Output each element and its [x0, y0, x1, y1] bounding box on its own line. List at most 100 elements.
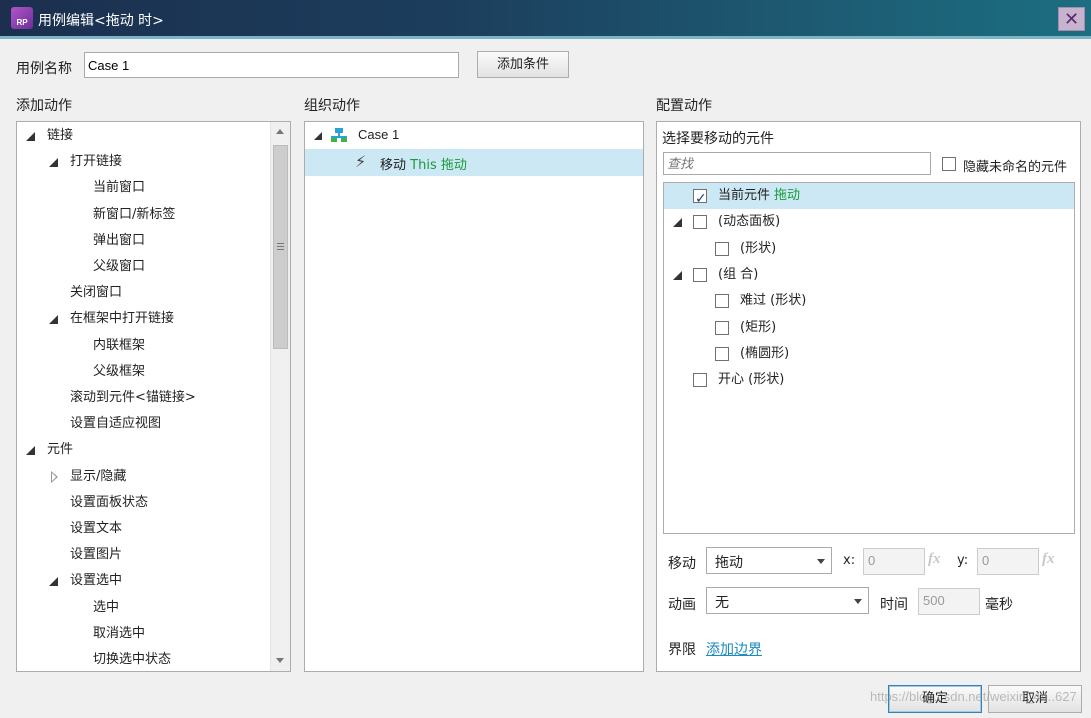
ok-button[interactable]: 确定 [888, 685, 982, 713]
action-tree-item[interactable]: 设置自适应视图 [17, 411, 269, 437]
y-fx-icon[interactable]: fx [1042, 551, 1055, 568]
expand-arrow-icon[interactable] [673, 218, 682, 228]
time-label: 时间 [880, 597, 908, 613]
expand-arrow-icon[interactable] [26, 446, 35, 456]
case-name-input[interactable] [84, 52, 459, 78]
widget-tree-item[interactable]: 当前元件拖动 [664, 183, 1074, 212]
action-tree-item-label: 父级窗口 [93, 259, 146, 274]
close-button[interactable]: ✕ [1058, 7, 1085, 31]
search-input[interactable] [663, 152, 931, 175]
widget-checkbox[interactable] [693, 373, 707, 388]
animation-value: 无 [715, 595, 729, 611]
widget-tree-item[interactable]: (矩形) [664, 315, 1074, 341]
action-tree-item-label: 设置文本 [70, 521, 123, 536]
action-tree-item[interactable]: 设置文本 [17, 516, 269, 542]
widget-label-wrap: (椭圆形) [740, 341, 789, 367]
widget-tree-item[interactable]: (动态面板) [664, 209, 1074, 235]
action-verb: 移动 [380, 158, 407, 173]
action-tree-item-label: 设置图片 [70, 547, 123, 563]
collapse-arrow-icon[interactable] [51, 470, 58, 483]
widget-label-wrap: 难过 (形状) [740, 288, 806, 314]
widget-label-wrap: (组 合) [718, 262, 758, 288]
action-tree-item[interactable]: 链接 [17, 123, 269, 149]
widget-label: (椭圆形) [740, 345, 790, 361]
widget-checkbox[interactable] [693, 267, 707, 282]
action-tree-item[interactable]: 设置面板状态 [17, 490, 269, 516]
action-tree-item[interactable]: 父级框架 [17, 359, 269, 385]
widget-checkbox[interactable] [715, 320, 729, 335]
widget-checkbox[interactable] [715, 241, 729, 256]
action-tree-item-label: 新窗口/新标签 [93, 206, 176, 222]
widget-tree-item[interactable]: (形状) [664, 236, 1074, 262]
expand-arrow-icon[interactable] [49, 158, 58, 168]
action-tree-item[interactable]: 关闭窗口 [17, 280, 269, 306]
x-label: x: [843, 553, 856, 568]
widget-label: 开心 (形状) [718, 372, 785, 388]
action-tree-item[interactable]: 内联框架 [17, 333, 269, 359]
action-tree-item-label: 选中 [93, 599, 120, 615]
expand-arrow-icon[interactable] [49, 315, 58, 325]
action-tree-item[interactable]: 设置图片 [17, 542, 269, 568]
add-actions-scrollbar[interactable] [270, 122, 290, 671]
widget-tree-item[interactable]: 难过 (形状) [664, 288, 1074, 314]
action-row[interactable]: ⚡ 移动 This 拖动 [305, 149, 643, 176]
widget-label-wrap: 当前元件 拖动 [718, 183, 800, 209]
y-input[interactable]: 0 [977, 548, 1039, 575]
animation-select[interactable]: 无 [706, 587, 869, 614]
widget-label: (组 合) [718, 266, 759, 282]
widget-label-wrap: (矩形) [740, 315, 776, 341]
widget-checkbox[interactable] [715, 346, 729, 361]
animation-label: 动画 [668, 597, 696, 613]
case-name-label: 用例名称 [16, 61, 72, 77]
action-tree-item[interactable]: 取消选中 [17, 621, 269, 647]
widget-checkbox[interactable] [715, 294, 729, 309]
action-tree-item-label: 设置选中 [70, 573, 123, 589]
action-tree-item[interactable]: 新窗口/新标签 [17, 202, 269, 228]
cancel-button[interactable]: 取消 [988, 685, 1082, 713]
add-bounds-link[interactable]: 添加边界 [706, 639, 762, 659]
add-condition-button[interactable]: 添加条件 [477, 51, 569, 78]
action-tree-item[interactable]: 当前窗口 [17, 175, 269, 201]
widget-tree-item[interactable]: (椭圆形) [664, 341, 1074, 367]
action-tree-item[interactable]: 设置选中 [17, 568, 269, 594]
configure-actions-heading: 配置动作 [656, 98, 712, 114]
action-tree-item[interactable]: 选中 [17, 595, 269, 621]
case-expand-arrow[interactable] [314, 132, 322, 140]
action-tree-item[interactable]: 父级窗口 [17, 254, 269, 280]
expand-arrow-icon[interactable] [26, 132, 35, 141]
action-tree-item[interactable]: 切换选中状态 [17, 647, 269, 671]
widget-label-wrap: (形状) [740, 236, 776, 262]
scroll-down-icon[interactable] [276, 658, 284, 663]
widget-checkbox[interactable] [693, 186, 707, 212]
action-tree-item[interactable]: 弹出窗口 [17, 228, 269, 254]
action-tree-item-label: 父级框架 [93, 363, 146, 379]
x-input[interactable]: 0 [863, 548, 925, 575]
expand-arrow-icon[interactable] [673, 270, 682, 280]
organize-actions-heading: 组织动作 [304, 98, 360, 114]
action-tree-item[interactable]: 打开链接 [17, 149, 269, 175]
action-tree-item[interactable]: 滚动到元件<锚链接> [17, 385, 269, 411]
widget-checkbox[interactable] [693, 215, 707, 230]
action-tree-item[interactable]: 在框架中打开链接 [17, 306, 269, 332]
widget-tree-item[interactable]: (组 合) [664, 262, 1074, 288]
widget-tree: 当前元件拖动 (动态面板) (形状) (组 合) 难过 (形状) (矩形) (椭圆形) 开心 … [663, 182, 1075, 534]
action-tree-item-label: 滚动到元件<锚链接> [70, 390, 196, 405]
scroll-up-icon[interactable] [276, 129, 284, 134]
action-tree-item[interactable]: 元件 [17, 437, 269, 463]
case-flow-icon [331, 128, 347, 142]
expand-arrow-icon[interactable] [49, 577, 58, 587]
x-fx-icon[interactable]: fx [928, 551, 941, 568]
bounds-label: 界限 [668, 642, 696, 658]
case-label[interactable]: Case 1 [358, 127, 399, 142]
action-tree-item-label: 取消选中 [93, 625, 146, 641]
widget-tree-item[interactable]: 开心 (形状) [664, 367, 1074, 393]
configure-actions-panel: 选择要移动的元件 隐藏未命名的元件 当前元件拖动 (动态面板) (形状) (组 合) 难… [656, 121, 1081, 672]
add-actions-heading: 添加动作 [16, 98, 72, 114]
action-tree-item-label: 链接 [47, 128, 74, 143]
scroll-thumb[interactable] [273, 145, 288, 349]
action-tree-item[interactable]: 显示/隐藏 [17, 464, 269, 490]
time-input[interactable]: 500 [918, 588, 980, 615]
move-type-select[interactable]: 拖动 [706, 547, 832, 574]
hide-unnamed-checkbox[interactable] [942, 157, 956, 171]
action-tree-item-label: 元件 [47, 442, 74, 458]
